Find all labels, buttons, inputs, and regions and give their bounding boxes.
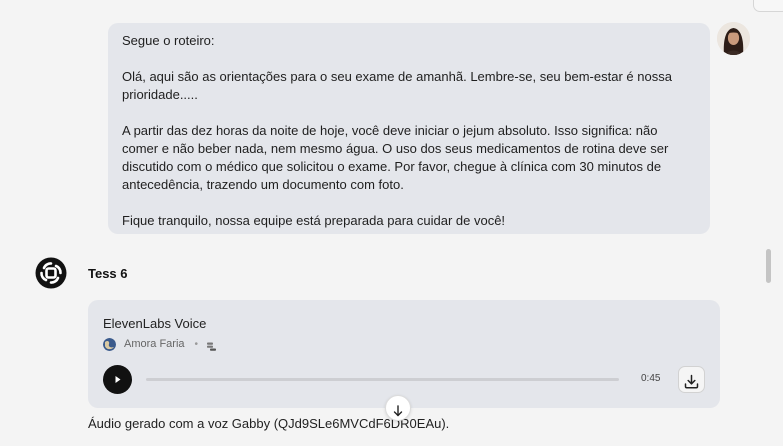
scrollbar-thumb[interactable]: [766, 249, 771, 283]
play-icon: [115, 376, 121, 383]
scroll-to-bottom-button[interactable]: [385, 395, 411, 421]
separator-dot: •: [194, 338, 199, 350]
message-paragraph: Olá, aqui são as orientações para o seu …: [122, 69, 672, 102]
audio-player-card: ElevenLabs Voice Amora Faria • 0:45: [88, 300, 720, 408]
voice-info: Amora Faria •: [103, 337, 217, 351]
download-button[interactable]: [678, 366, 705, 393]
message-paragraph: Fique tranquilo, nossa equipe está prepa…: [122, 213, 506, 228]
voice-avatar-icon: [103, 337, 116, 351]
user-avatar[interactable]: [717, 22, 750, 55]
assistant-name: Tess 6: [88, 266, 128, 281]
message-paragraph: A partir das dez horas da noite de hoje,…: [122, 123, 669, 192]
stack-icon: [206, 339, 217, 351]
arrow-down-icon: [393, 404, 403, 416]
tess-logo-icon: [35, 257, 67, 289]
audio-title: ElevenLabs Voice: [103, 316, 207, 331]
user-message-bubble: Segue o roteiro: Olá, aqui são as orient…: [108, 23, 710, 234]
download-icon: [684, 374, 699, 389]
top-corner-button[interactable]: [753, 0, 783, 12]
play-button[interactable]: [103, 365, 132, 394]
audio-progress-bar[interactable]: [146, 378, 619, 381]
message-paragraph: Segue o roteiro:: [122, 33, 215, 48]
audio-duration: 0:45: [641, 373, 661, 384]
voice-name: Amora Faria: [124, 338, 185, 350]
